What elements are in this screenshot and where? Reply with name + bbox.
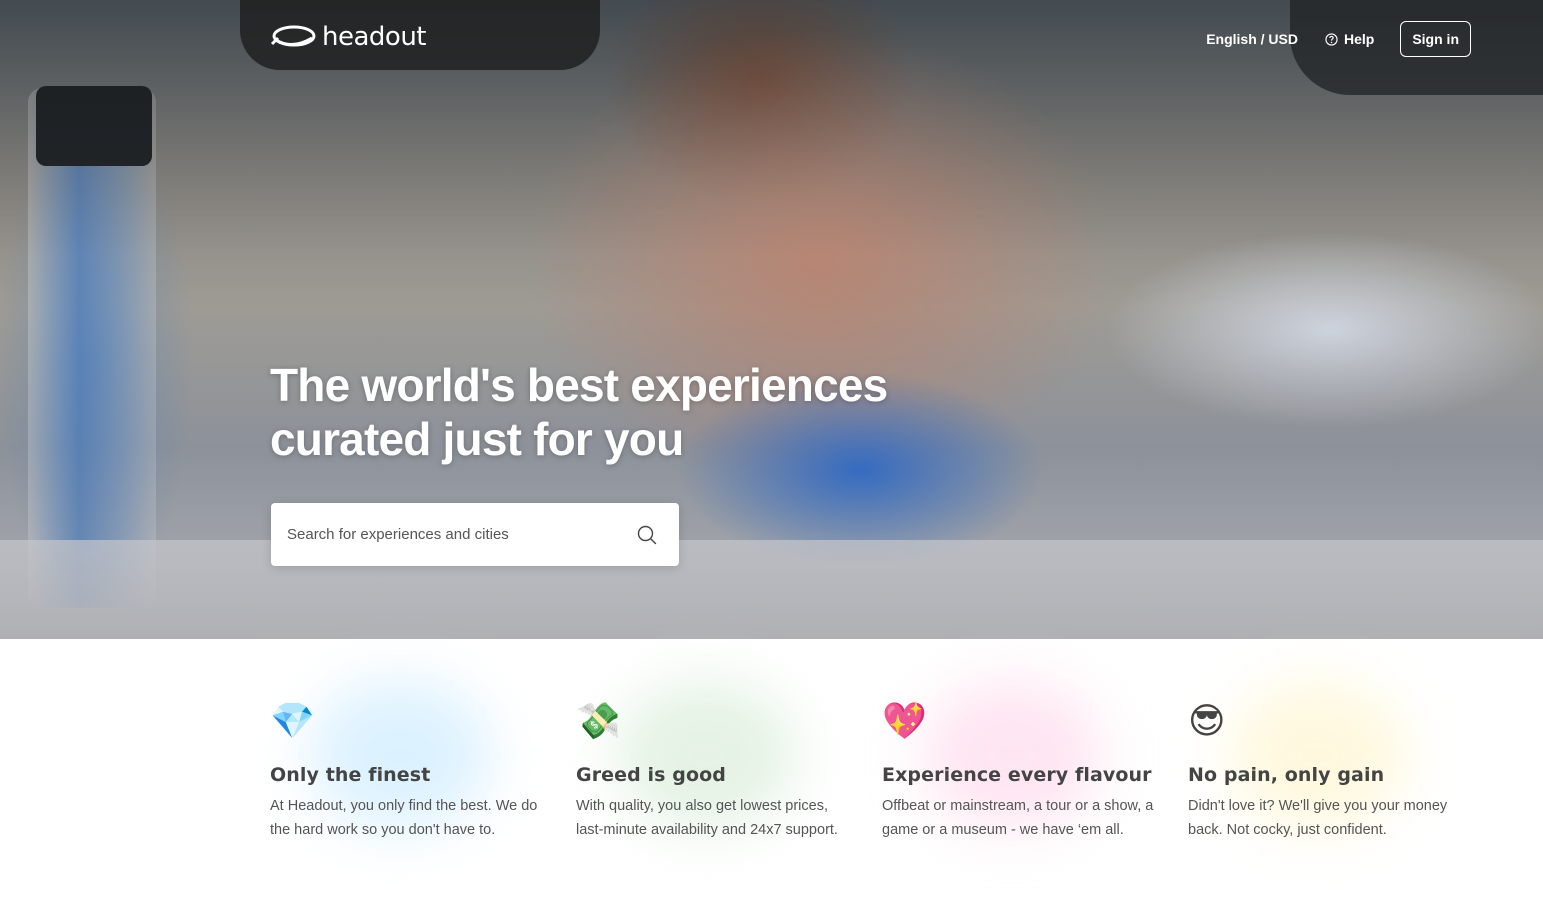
feature-title: Experience every flavour [882, 764, 1152, 786]
hero-background-image [0, 0, 1543, 639]
money-with-wings-icon: 💸 [576, 700, 621, 741]
feature-description-line: back. Not cocky, just confident. [1188, 822, 1387, 838]
top-nav: English / USD Help Sign in [1206, 21, 1471, 57]
search-bar[interactable] [271, 503, 679, 566]
feature-description: With quality, you also get lowest prices… [576, 794, 866, 842]
feature-description-line: Offbeat or mainstream, a tour or a show,… [882, 798, 1154, 814]
feature-greed-is-good: 💸 Greed is good With quality, you also g… [576, 680, 866, 842]
value-props-section: 💎 Only the finest At Headout, you only f… [270, 680, 1447, 860]
feature-description-line: game or a museum - we have ‘em all. [882, 822, 1124, 838]
blimp-logo-icon [270, 25, 316, 47]
help-label: Help [1343, 31, 1375, 47]
feature-description-line: With quality, you also get lowest prices… [576, 798, 828, 814]
feature-description-line: At Headout, you only find the best. We d… [270, 798, 538, 814]
feature-only-the-finest: 💎 Only the finest At Headout, you only f… [270, 680, 560, 842]
feature-title: Greed is good [576, 764, 726, 786]
feature-description: Didn't love it? We'll give you your mone… [1188, 794, 1478, 842]
feature-experience-every-flavour: 💖 Experience every flavour Offbeat or ma… [882, 680, 1172, 842]
feature-description-line: last-minute availability and 24x7 suppor… [576, 822, 838, 838]
feature-no-pain-only-gain: 😎 No pain, only gain Didn't love it? We'… [1188, 680, 1478, 842]
sparkling-heart-icon: 💖 [882, 700, 927, 741]
feature-description-line: Didn't love it? We'll give you your mone… [1188, 798, 1448, 814]
help-link[interactable]: Help [1325, 31, 1374, 47]
question-circle-icon [1325, 32, 1338, 46]
gem-icon: 💎 [270, 700, 315, 741]
feature-title: No pain, only gain [1188, 764, 1385, 786]
sunglasses-face-icon: 😎 [1188, 700, 1226, 741]
hero-headline-line2: curated just for you [270, 413, 684, 465]
feature-title: Only the finest [270, 764, 431, 786]
sign-in-button[interactable]: Sign in [1400, 21, 1471, 57]
feature-description-line: the hard work so you don't have to. [270, 822, 496, 838]
hero-headline-line1: The world's best experiences [270, 359, 888, 411]
language-currency-selector[interactable]: English / USD [1206, 31, 1298, 47]
search-input[interactable] [287, 526, 627, 543]
feature-description: At Headout, you only find the best. We d… [270, 794, 560, 842]
feature-description: Offbeat or mainstream, a tour or a show,… [882, 794, 1172, 842]
headout-logo[interactable]: headout [270, 22, 427, 52]
hero-headline: The world's best experiences curated jus… [270, 358, 950, 466]
hero-overlay [0, 0, 1543, 639]
search-icon[interactable] [637, 525, 657, 545]
logo-text: headout [322, 22, 427, 52]
